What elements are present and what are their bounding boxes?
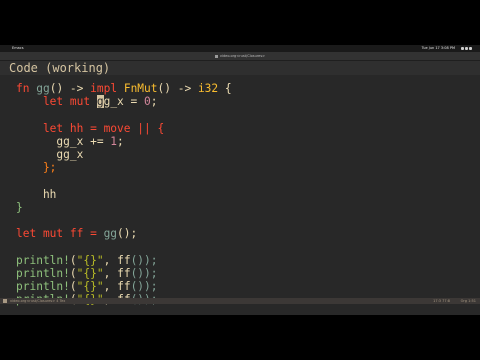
emacs-window: Emacs Tue Jun 17 3:08 PM video.org<rust/… [0, 45, 480, 315]
cursor-position: 17:3 77:8 [433, 299, 450, 303]
system-top-bar: Emacs Tue Jun 17 3:08 PM [0, 45, 480, 52]
clock[interactable]: Tue Jun 17 3:08 PM [422, 46, 455, 50]
code-line[interactable]: gg_x += 1; [16, 135, 123, 148]
system-tray[interactable] [460, 46, 476, 51]
code-line[interactable]: println!("{}", ff()); [16, 267, 158, 280]
major-mode: Org 1:51 [460, 299, 476, 303]
activities-label[interactable]: Emacs [12, 46, 24, 50]
code-line[interactable]: fn gg() -> impl FnMut() -> i32 { [16, 82, 232, 95]
code-line[interactable]: }; [16, 161, 56, 174]
volume-icon [465, 46, 468, 50]
heading-text: Code (working) [9, 61, 111, 75]
buffer-name: video.org<rust/Closures> 4 Tex [10, 299, 66, 303]
network-icon [461, 46, 464, 50]
text-cursor: g [96, 95, 104, 109]
code-line[interactable]: let hh = move || { [16, 122, 164, 135]
code-line[interactable]: let mut gg_x = 0; [16, 95, 158, 109]
org-heading: Code (working) [0, 61, 480, 75]
modified-indicator-icon [3, 299, 7, 303]
window-title: video.org<rust/Closures> [219, 54, 266, 58]
code-line[interactable]: let mut ff = gg(); [16, 227, 137, 240]
code-line[interactable]: } [16, 201, 23, 214]
code-line[interactable]: println!("{}", ff()); [16, 254, 158, 267]
power-icon [469, 46, 472, 50]
code-line[interactable]: println!("{}", ff()); [16, 280, 158, 293]
code-line[interactable]: gg_x [16, 148, 83, 161]
document-icon [214, 54, 218, 58]
code-line[interactable]: hh [16, 188, 56, 201]
mode-line: video.org<rust/Closures> 4 Tex 17:3 77:8… [0, 298, 480, 304]
window-title-bar: video.org<rust/Closures> [0, 52, 480, 61]
